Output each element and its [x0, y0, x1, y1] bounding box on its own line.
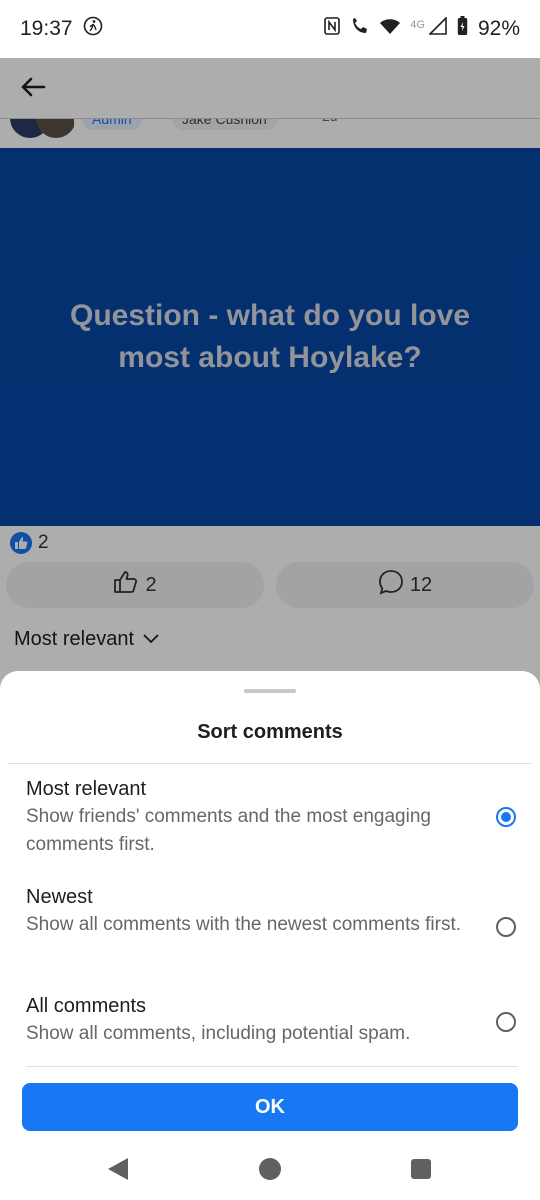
option-description: Show friends' comments and the most enga… — [26, 806, 431, 855]
nav-back-icon[interactable] — [108, 1158, 128, 1180]
battery-icon — [457, 16, 468, 42]
ok-button[interactable]: OK — [22, 1083, 518, 1131]
battery-percent: 92% — [477, 17, 520, 40]
option-description: Show all comments with the newest commen… — [26, 914, 462, 935]
radio-most-relevant[interactable] — [496, 807, 516, 827]
option-all-comments[interactable]: All comments Show all comments, includin… — [26, 992, 516, 1048]
system-nav-bar — [0, 1138, 540, 1200]
divider — [8, 763, 532, 764]
network-type: 4G — [410, 19, 425, 31]
radio-all-comments[interactable] — [496, 1012, 516, 1032]
option-title: All comments — [26, 995, 147, 1017]
radio-newest[interactable] — [496, 917, 516, 937]
status-time: 19:37 — [20, 17, 73, 40]
option-most-relevant[interactable]: Most relevant Show friends' comments and… — [26, 775, 516, 859]
sheet-title: Sort comments — [197, 721, 343, 743]
option-description: Show all comments, including potential s… — [26, 1023, 411, 1044]
status-bar: 19:37 4G 92% — [0, 0, 540, 58]
divider — [26, 1066, 518, 1067]
nfc-icon — [324, 17, 341, 41]
wifi-call-icon — [350, 17, 370, 41]
nav-home-icon[interactable] — [259, 1158, 281, 1180]
drag-handle[interactable] — [244, 689, 296, 693]
wifi-icon — [380, 17, 401, 41]
walking-icon — [83, 16, 103, 42]
nav-recents-icon[interactable] — [411, 1159, 431, 1179]
option-newest[interactable]: Newest Show all comments with the newest… — [26, 883, 516, 939]
signal-icon — [428, 16, 447, 41]
option-title: Newest — [26, 886, 93, 908]
sort-comments-sheet: Sort comments Most relevant Show friends… — [0, 671, 540, 1138]
option-title: Most relevant — [26, 778, 147, 800]
